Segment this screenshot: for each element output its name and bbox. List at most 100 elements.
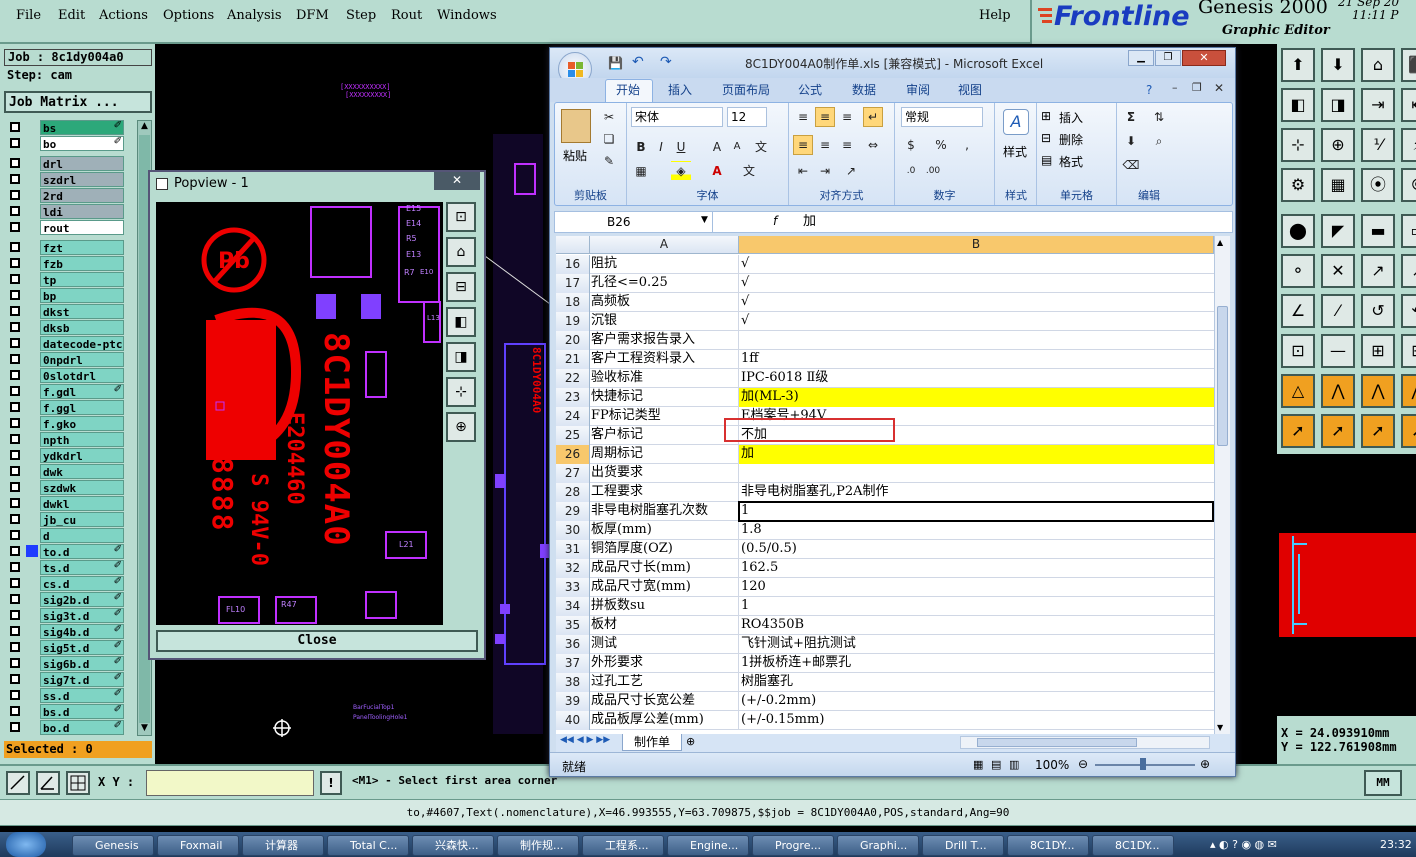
increase-indent-icon[interactable]: ⇥ [815, 161, 835, 181]
layer-checkbox[interactable] [10, 722, 20, 732]
tray-icons[interactable]: ▴ ◐ ? ◉ ◍ ✉ [1210, 838, 1277, 851]
layer-checkbox[interactable] [10, 138, 20, 148]
cell-b[interactable]: (+/-0.15mm) [739, 711, 1214, 730]
cell-a[interactable]: 客户标记 [590, 426, 739, 445]
cell-a[interactable]: 成品尺寸宽(mm) [590, 578, 739, 597]
styles-label[interactable]: 样式 [1003, 143, 1027, 160]
maximize-icon[interactable]: ❐ [1155, 50, 1181, 66]
layer-name[interactable]: cs.d [40, 576, 124, 591]
layer-checkbox[interactable] [10, 338, 20, 348]
row-number[interactable]: 28 [556, 483, 590, 502]
horizontal-scroll-thumb[interactable] [977, 738, 1137, 747]
layer-checkbox[interactable] [10, 658, 20, 668]
horizontal-scrollbar[interactable] [960, 736, 1210, 749]
cell-b[interactable]: 1.8 [739, 521, 1214, 540]
font-size-combo[interactable]: 12 [727, 107, 767, 127]
cell-b[interactable]: √ [739, 312, 1214, 331]
cell-a[interactable]: 成品尺寸长宽公差 [590, 692, 739, 711]
border-icon[interactable]: ▦ [631, 161, 651, 181]
layer-row[interactable]: jb_cu [6, 512, 124, 527]
graphic-tool-icon[interactable]: ⊟ [1401, 334, 1416, 368]
scroll-up-icon[interactable]: ▲ [139, 121, 150, 133]
graphic-tool-icon[interactable]: ⋀ [1321, 374, 1355, 408]
layer-checkbox[interactable] [10, 434, 20, 444]
alert-icon[interactable]: ! [320, 771, 342, 795]
measure-tool-icon[interactable] [6, 771, 30, 795]
layer-row[interactable]: npth [6, 432, 124, 447]
merge-icon[interactable]: ⇔ [863, 135, 883, 155]
graphic-tool-icon[interactable]: ➚ [1401, 414, 1416, 448]
taskbar-item[interactable]: 工程系... [582, 835, 664, 856]
cell-b[interactable]: 飞针测试+阻抗测试 [739, 635, 1214, 654]
layer-checkbox[interactable] [10, 578, 20, 588]
name-box[interactable]: B26 [555, 212, 713, 232]
layer-row[interactable]: fzb [6, 256, 124, 271]
active-cell[interactable] [738, 501, 1214, 522]
layer-name[interactable]: 0slotdrl [40, 368, 124, 383]
cell-b[interactable]: 加(ML-3) [739, 388, 1214, 407]
delete-cells-icon[interactable]: ⊟ [1041, 131, 1051, 145]
layer-row[interactable]: szdwk [6, 480, 124, 495]
align-right-icon[interactable]: ≡ [837, 135, 857, 155]
layer-checkbox[interactable] [10, 258, 20, 268]
layer-checkbox[interactable] [10, 530, 20, 540]
row-number[interactable]: 36 [556, 635, 590, 654]
save-icon[interactable]: 💾 [608, 56, 623, 70]
menu-help[interactable]: Help [979, 8, 1011, 23]
cell-b[interactable]: RO4350B [739, 616, 1214, 635]
menu-dfm[interactable]: DFM [296, 8, 329, 23]
menu-windows[interactable]: Windows [437, 8, 497, 23]
row-number[interactable]: 21 [556, 350, 590, 369]
cell-a[interactable]: 成品板厚公差(mm) [590, 711, 739, 730]
layer-checkbox[interactable] [10, 594, 20, 604]
row-number[interactable]: 20 [556, 331, 590, 350]
layer-row[interactable]: dwkl [6, 496, 124, 511]
cell-a[interactable]: 板厚(mm) [590, 521, 739, 540]
layer-row[interactable]: fzt [6, 240, 124, 255]
layer-row[interactable]: d [6, 528, 124, 543]
decrease-decimal-icon[interactable]: .00 [923, 161, 943, 181]
menu-analysis[interactable]: Analysis [227, 8, 282, 23]
layer-checkbox[interactable] [10, 642, 20, 652]
fill-icon[interactable]: ⬇ [1121, 131, 1141, 151]
insert-cells-button[interactable]: 插入 [1059, 109, 1083, 126]
sheet-nav-icon[interactable]: ◀◀ ◀ ▶ ▶▶ [560, 735, 610, 745]
row-number[interactable]: 37 [556, 654, 590, 673]
workbook-close-icon[interactable]: ✕ [1214, 81, 1224, 95]
cell-a[interactable]: FP标记类型 [590, 407, 739, 426]
layer-name[interactable]: fzb [40, 256, 124, 271]
layer-row[interactable]: sig6b.d ✐ [6, 656, 124, 671]
layer-row[interactable]: sig3t.d ✐ [6, 608, 124, 623]
layer-row[interactable]: bs ✐ [6, 120, 124, 135]
layer-name[interactable]: dksb [40, 320, 124, 335]
layer-checkbox[interactable] [10, 402, 20, 412]
layer-name[interactable]: tp [40, 272, 124, 287]
layer-checkbox[interactable] [10, 498, 20, 508]
graphic-tool-icon[interactable]: ⌂ [1361, 48, 1395, 82]
graphic-tool-icon[interactable]: ⋀ [1361, 374, 1395, 408]
number-format-combo[interactable]: 常规 [901, 107, 983, 127]
graphic-tool-icon[interactable]: ⅟ [1361, 128, 1395, 162]
vertical-scroll-thumb[interactable] [1217, 306, 1228, 446]
row-number[interactable]: 18 [556, 293, 590, 312]
layer-checkbox[interactable] [10, 206, 20, 216]
layer-name[interactable]: 0npdrl [40, 352, 124, 367]
wrap-text-icon[interactable]: ↵ [863, 107, 883, 127]
layer-name[interactable]: bs.d [40, 704, 124, 719]
help-icon[interactable]: ? [1146, 83, 1152, 97]
zoom-level[interactable]: 100% [1035, 758, 1069, 772]
cell-b[interactable]: 1拼板桥连+邮票孔 [739, 654, 1214, 673]
cell-a[interactable]: 出货要求 [590, 464, 739, 483]
italic-icon[interactable]: I [651, 137, 671, 157]
layer-checkbox[interactable] [10, 674, 20, 684]
layer-name[interactable]: sig7t.d [40, 672, 124, 687]
fx-icon[interactable]: f [773, 214, 777, 228]
cell-b[interactable]: √ [739, 255, 1214, 274]
graphic-tool-icon[interactable]: ↺ [1361, 294, 1395, 328]
tab-view[interactable]: 视图 [958, 81, 982, 98]
paste-icon[interactable] [561, 109, 591, 143]
cell-b[interactable]: (+/-0.2mm) [739, 692, 1214, 711]
layer-checkbox[interactable] [10, 274, 20, 284]
popview-menu-icon[interactable] [156, 178, 168, 190]
layer-row[interactable]: bp [6, 288, 124, 303]
